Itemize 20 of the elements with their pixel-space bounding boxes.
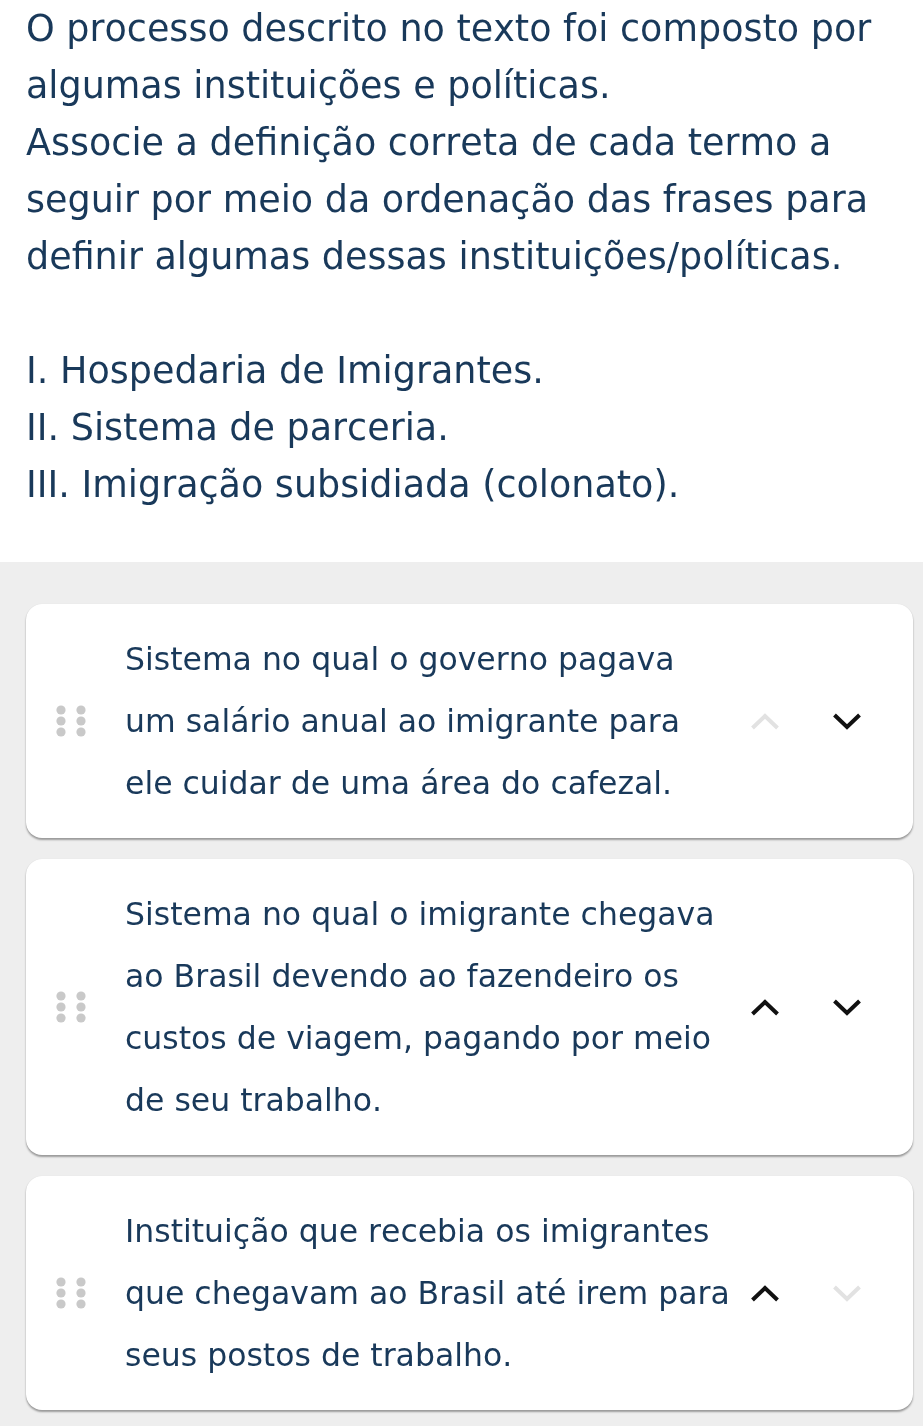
sortable-card[interactable]: Sistema no qual o governo pagava um salário anual ao imigrante para ele cuidar de uma área do cafezal. [26, 604, 913, 838]
chevron-up-icon [750, 712, 780, 730]
drag-handle-icon[interactable] [56, 991, 86, 1023]
term-item: I. Hospedaria de Imigrantes. [26, 348, 545, 394]
chevron-up-icon [750, 998, 780, 1016]
prompt-text: Associe a definição correta de cada termo a seguir por meio da ordenação das frases para definir algumas dessas instituições/políticas. [26, 120, 870, 280]
chevron-down-icon [832, 998, 862, 1016]
chevron-down-icon [832, 712, 862, 730]
definition-text: Instituição que recebia os imigrantes que chegavam ao Brasil até irem para seus postos de trabalho. [125, 1212, 731, 1375]
sortable-card[interactable]: Instituição que recebia os imigrantes que chegavam ao Brasil até irem para seus postos de trabalho. [26, 1176, 913, 1410]
term-item: III. Imigração subsidiada (colonato). [26, 462, 681, 508]
chevron-up-icon [750, 1284, 780, 1302]
sortable-card[interactable]: Sistema no qual o imigrante chegava ao Brasil devendo ao fazendeiro os custos de viagem, pagando por meio de seu trabalho. [26, 859, 913, 1155]
definition-text: Sistema no qual o imigrante chegava ao Brasil devendo ao fazendeiro os custos de viagem, pagando por meio de seu trabalho. [125, 895, 716, 1120]
chevron-down-icon [832, 1284, 862, 1302]
prompt-text: O processo descrito no texto foi composto por algumas instituições e políticas. [26, 6, 873, 109]
drag-handle-icon[interactable] [56, 705, 86, 737]
term-item: II. Sistema de parceria. [26, 405, 450, 451]
definition-text: Sistema no qual o governo pagava um salário anual ao imigrante para ele cuidar de uma área do cafezal. [125, 640, 681, 803]
drag-handle-icon[interactable] [56, 1277, 86, 1309]
